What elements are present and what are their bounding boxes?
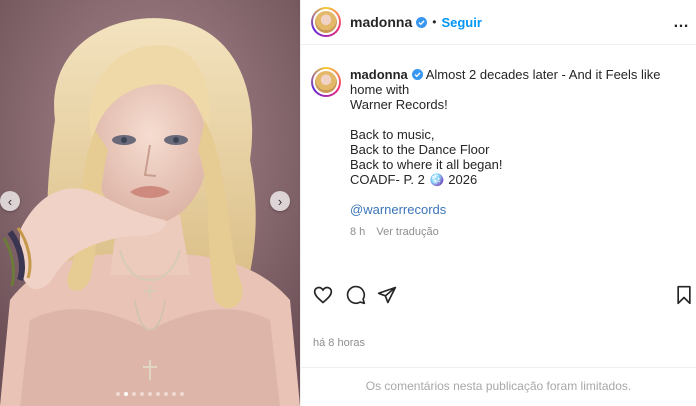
caption-age: 8 h [350,226,366,238]
more-icon[interactable]: … [673,14,690,32]
username[interactable]: madonna [350,14,412,30]
carousel-dot [132,392,136,396]
carousel-prev-button[interactable]: ‹ [0,191,20,211]
caption-text-line: Back to where it all began! [350,157,503,172]
chevron-left-icon: ‹ [7,193,13,209]
caption: madonna Almost 2 decades later - And it … [301,45,696,240]
post-image[interactable]: ‹ › [0,0,300,406]
carousel-dot [180,392,184,396]
caption-avatar [313,69,339,95]
verified-icon [411,69,423,80]
post-sidebar: madonna • Seguir … madonna Almost 2 deca… [300,0,696,406]
post-header: madonna • Seguir … [301,0,696,45]
carousel-dot-active [124,392,128,396]
heart-icon[interactable] [313,285,333,305]
mention-link[interactable]: @warnerrecords [350,202,685,217]
carousel-dot [140,392,144,396]
carousel-dot [156,392,160,396]
caption-username: madonna [350,67,423,82]
caption-text-line: Back to music, [350,127,435,142]
carousel-dot [116,392,120,396]
carousel-dot [164,392,168,396]
carousel-dot [172,392,176,396]
verified-icon [416,16,428,28]
post-timestamp: há 8 horas [313,337,365,349]
story-ring[interactable] [311,7,341,37]
bookmark-icon[interactable] [675,285,693,305]
caption-body: madonna Almost 2 decades later - And it … [350,67,685,240]
separator: • [432,15,437,29]
chevron-right-icon: › [277,193,283,209]
instagram-post: ‹ › madonna • Seguir … madonna Almost 2 … [0,0,696,406]
share-icon[interactable] [377,285,397,305]
see-translation-link[interactable]: Ver tradução [376,226,438,238]
comments-limited-notice: Os comentários nesta publicação foram li… [301,367,696,393]
caption-text-line: COADF- P. 2 🪩 2026 [350,172,478,187]
avatar [313,9,339,35]
caption-avatar-ring[interactable] [311,67,341,97]
caption-text-line: Warner Records! [350,97,448,112]
carousel-dot [148,392,152,396]
caption-text-line: Back to the Dance Floor [350,142,490,157]
comment-icon[interactable] [346,285,366,305]
carousel-indicator [0,392,300,396]
photo-madonna [0,0,300,406]
caption-username-text[interactable]: madonna [350,67,408,82]
caption-meta: 8 h Ver tradução [350,225,685,240]
carousel-next-button[interactable]: › [270,191,290,211]
follow-button[interactable]: Seguir [441,15,481,30]
action-bar [313,285,693,307]
